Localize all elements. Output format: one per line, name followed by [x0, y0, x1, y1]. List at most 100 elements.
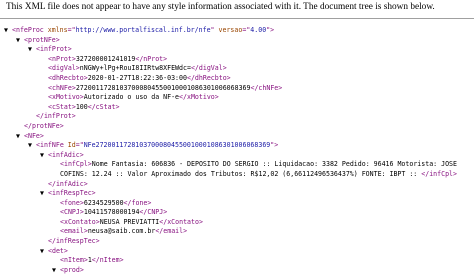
attr-eq: =" [67, 26, 76, 34]
collapse-toggle-icon[interactable]: ▼ [39, 151, 45, 161]
notice-divider [0, 18, 474, 19]
xml-line: <email>neusa@saib.com.br</email> [0, 227, 474, 237]
close-tag: </email> [155, 227, 188, 236]
xml-line: ▼ <protNFe> [0, 36, 474, 46]
attr-value: NFe2720011728103700080455001000108630100… [83, 141, 271, 150]
xml-line: </infAdic> [0, 180, 474, 190]
close-tag: </infCpl> [421, 169, 457, 178]
close-tag: </infProt> [36, 112, 76, 121]
attr-eq: =" [75, 141, 84, 150]
xml-line: <nItem>1</nItem> [0, 256, 474, 266]
open-tag: <fone [60, 198, 80, 207]
open-tag: <nfeProc [12, 26, 44, 34]
text-content: neusa@saib.com.br [87, 227, 156, 236]
open-tag-end: > [63, 246, 68, 255]
open-tag: <NFe [24, 131, 40, 140]
collapse-toggle-icon[interactable]: ▼ [27, 45, 33, 55]
open-tag: <cStat [48, 102, 72, 111]
xml-line: <dhRecbto>2020-01-27T18:22:36-03:00</dhR… [0, 74, 474, 84]
open-tag-end: > [67, 45, 72, 54]
text-content: COFINS: 12.24 :: Valor Aproximado dos Tr… [60, 169, 422, 178]
text-content: Autorizado o uso da NF-e [83, 93, 180, 102]
open-tag-end: > [91, 189, 96, 198]
open-tag: <xMotivo [48, 93, 80, 102]
open-tag-end: > [274, 141, 279, 150]
xml-line: <xContato>NEUSA PREVIATTI</xContato> [0, 218, 474, 228]
open-tag: <infNFe [36, 141, 64, 150]
open-tag: <protNFe [24, 35, 56, 44]
text-content: 327200001241019 [75, 54, 136, 63]
collapse-toggle-icon[interactable]: ▼ [3, 26, 9, 36]
text-content: 10411578000194 [83, 208, 140, 217]
xml-line: </infRespTec> [0, 237, 474, 247]
text-content: Nome Fantasia: 606836 - DEPOSITO DO SERG… [91, 160, 458, 169]
xml-line: ▼ <infProt> [0, 45, 474, 55]
open-tag-end: > [55, 35, 60, 44]
xml-line: ▼ <det> [0, 247, 474, 257]
xml-line: <CNPJ>10411578000194</CNPJ> [0, 208, 474, 218]
open-tag: <xContato [60, 217, 96, 226]
xml-line: ▼ <NFe> [0, 132, 474, 142]
open-tag-end: > [39, 131, 44, 140]
xml-line: <fone>6234529500</fone> [0, 199, 474, 209]
xml-line: <infCpl>Nome Fantasia: 606836 - DEPOSITO… [0, 160, 474, 170]
xml-line: ▼ <prod> [0, 266, 474, 275]
collapse-toggle-icon[interactable]: ▼ [15, 132, 21, 142]
close-tag: </dhRecbto> [186, 73, 231, 82]
open-tag: <infRespTec [48, 189, 92, 198]
xml-line: ▼ <infAdic> [0, 151, 474, 161]
close-tag: </cStat> [87, 102, 120, 111]
collapse-toggle-icon[interactable]: ▼ [39, 247, 45, 257]
open-tag: <nProt [48, 54, 72, 63]
attr-name: versao [218, 26, 243, 34]
open-tag-end: > [79, 265, 84, 274]
close-tag: </nProt> [135, 54, 168, 63]
collapse-toggle-icon[interactable]: ▼ [15, 36, 21, 46]
collapse-toggle-icon[interactable]: ▼ [39, 189, 45, 199]
close-tag: </nItem> [91, 256, 124, 265]
attr-name: xmlns [47, 26, 68, 34]
open-tag-end: > [270, 26, 275, 34]
xml-line: </infProt> [0, 112, 474, 122]
text-content: 2020-01-27T18:22:36-03:00 [87, 73, 187, 82]
attr-name: Id [67, 141, 76, 150]
attr-quote: " [210, 26, 215, 34]
open-tag: <email [60, 227, 84, 236]
open-tag: <infAdic [48, 150, 80, 159]
attr-value: http://www.portalfiscal.inf.br/nfe [75, 26, 211, 34]
xml-line: <cStat>100</cStat> [0, 103, 474, 113]
text-content: nNGWy+lPg+RouI8IIRtw8XFEWdc= [79, 64, 191, 73]
open-tag: <digVal [48, 64, 76, 73]
xml-line: <nProt>327200001241019</nProt> [0, 55, 474, 65]
xml-tree: ▼ <nfeProc xmlns="http://www.portalfiscal… [0, 26, 474, 275]
text-content: 2720011728103700080455001000108630100606… [75, 83, 251, 92]
open-tag: <nItem [60, 256, 84, 265]
text-content: 100 [75, 102, 88, 111]
close-tag: </infRespTec> [48, 237, 100, 246]
close-tag: </CNPJ> [139, 208, 168, 217]
xml-line: <xMotivo>Autorizado o uso da NF-e</xMoti… [0, 93, 474, 103]
close-tag: </infAdic> [48, 179, 88, 188]
close-tag: </xContato> [159, 217, 203, 226]
collapse-toggle-icon[interactable]: ▼ [27, 141, 33, 151]
close-tag: </xMotivo> [179, 93, 219, 102]
open-tag: <det [48, 246, 64, 255]
attr-value: 4.00 [250, 26, 267, 34]
xml-line: </protNFe> [0, 122, 474, 132]
xml-line: ▼ <infNFe Id="NFe272001172810370008045500… [0, 141, 474, 151]
close-tag: </protNFe> [24, 121, 64, 130]
text-content: 6234529500 [83, 198, 124, 207]
open-tag: <dhRecbto [48, 73, 84, 82]
xml-line: COFINS: 12.24 :: Valor Aproximado dos Tr… [0, 170, 474, 180]
xml-line: ▼ <nfeProc xmlns="http://www.portalfiscal… [0, 26, 474, 36]
xml-line: <digVal>nNGWy+lPg+RouI8IIRtw8XFEWdc=</di… [0, 64, 474, 74]
open-tag: <infProt [36, 45, 68, 54]
collapse-toggle-icon[interactable]: ▼ [51, 266, 57, 275]
open-tag: <prod [60, 265, 80, 274]
xml-line: ▼ <infRespTec> [0, 189, 474, 199]
open-tag: <infCpl [60, 160, 88, 169]
open-tag: <chNFe [48, 83, 72, 92]
open-tag-end: > [79, 150, 84, 159]
open-tag: <CNPJ [60, 208, 80, 217]
close-tag: </chNFe> [250, 83, 283, 92]
